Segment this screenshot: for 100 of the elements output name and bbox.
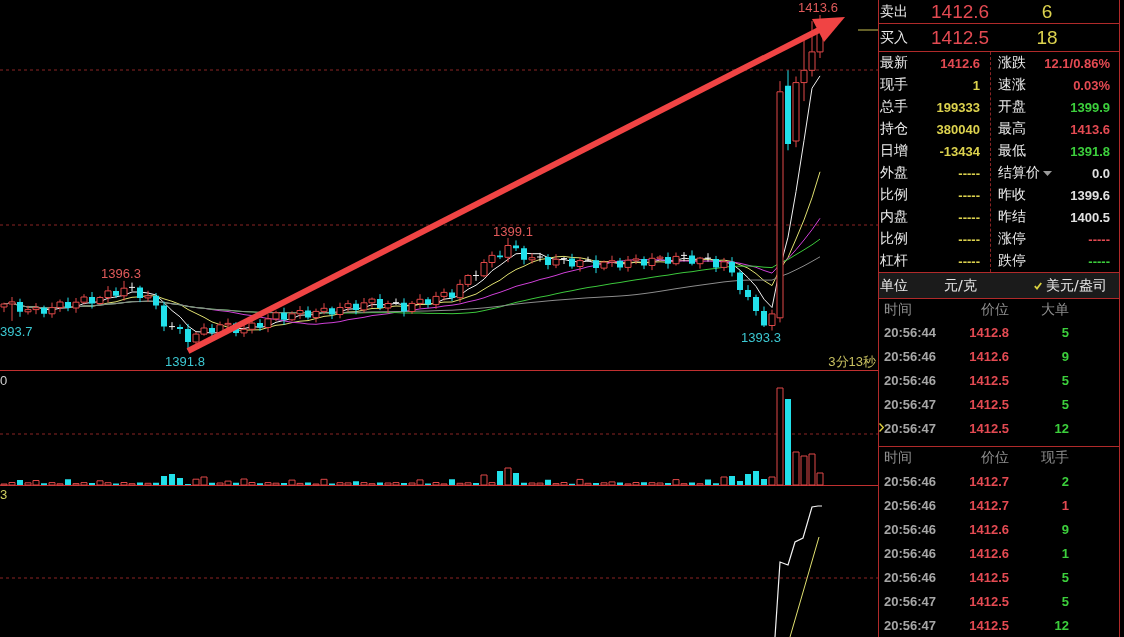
trade-price: 1412.5 — [968, 396, 1010, 412]
stat-value: -13434 — [939, 143, 980, 159]
column-header: 时间 — [884, 449, 913, 467]
trade-volume: 5 — [1060, 569, 1070, 585]
stat-label: 日增 — [880, 142, 908, 160]
stat-label: 结算价 — [998, 164, 1040, 182]
stat-value: ----- — [958, 253, 980, 269]
stat-value: 1399.9 — [1070, 99, 1110, 115]
trade-volume: 12 — [1053, 617, 1070, 633]
stat-label: 比例 — [880, 186, 908, 204]
unit-option[interactable]: 美元/盎司 — [1032, 276, 1107, 295]
stat-value: 1391.8 — [1070, 143, 1110, 159]
high-price-label: 1396.3 — [101, 266, 141, 281]
stat-label: 比例 — [880, 230, 908, 248]
trade-time: 20:56:47 — [884, 617, 938, 633]
stat-label: 开盘 — [998, 98, 1026, 116]
trade-time: 20:56:46 — [884, 497, 938, 513]
unit-option[interactable]: 元/克 — [944, 276, 977, 295]
stat-label: 速涨 — [998, 76, 1026, 94]
column-header: 价位 — [980, 300, 1010, 319]
stat-value: 380040 — [936, 121, 980, 137]
low-price-label: 393.7 — [0, 324, 33, 339]
trade-price: 1412.5 — [968, 617, 1010, 633]
stat-value: ----- — [958, 209, 980, 225]
stat-label: 最新 — [880, 54, 908, 72]
trade-price: 1412.6 — [968, 545, 1010, 561]
trade-time: 20:56:47 — [884, 396, 938, 412]
stat-label: 总手 — [880, 98, 908, 116]
stat-value: ----- — [1088, 253, 1110, 269]
trade-time: 20:56:46 — [884, 569, 938, 585]
quote-label: 买入 — [879, 28, 909, 47]
column-header: 现手 — [1040, 449, 1070, 467]
trade-volume: 2 — [1060, 473, 1070, 489]
trade-volume: 1 — [1060, 497, 1070, 513]
trade-time: 20:56:44 — [884, 324, 938, 340]
trade-volume: 5 — [1060, 396, 1070, 412]
stat-label: 内盘 — [880, 208, 908, 226]
countdown-timer: 3分13秒 — [828, 354, 876, 369]
trade-price: 1412.5 — [968, 569, 1010, 585]
stat-value: ----- — [1088, 231, 1110, 247]
stat-value: ----- — [958, 231, 980, 247]
quote-label: 卖出 — [879, 2, 909, 21]
stat-label: 持仓 — [880, 120, 908, 138]
stat-value: ----- — [958, 187, 980, 203]
ask-volume: 6 — [1040, 0, 1054, 23]
trade-time: 20:56:46 — [884, 521, 938, 537]
trade-time: 20:56:46 — [884, 473, 938, 489]
stat-value: 1399.6 — [1070, 187, 1110, 203]
stat-label: 昨结 — [998, 208, 1026, 226]
stat-value: ----- — [958, 165, 980, 181]
bid-volume: 18 — [1035, 26, 1059, 49]
ask-price: 1412.6 — [931, 0, 991, 23]
volume-axis-label: 0 — [0, 373, 8, 388]
stat-value: 199333 — [936, 99, 980, 115]
trade-time: 20:56:46 — [884, 348, 938, 364]
stat-value: 1 — [972, 77, 980, 93]
trade-price: 1412.7 — [968, 473, 1010, 489]
column-header: 价位 — [980, 449, 1010, 467]
trade-price: 1412.6 — [968, 348, 1010, 364]
stat-label: 涨停 — [998, 230, 1026, 248]
trade-time: 20:56:47 — [884, 420, 938, 436]
stat-label: 最高 — [998, 120, 1026, 138]
indicator-axis-label: 3 — [0, 487, 8, 502]
stat-value: 12.1/0.86% — [1044, 55, 1110, 71]
stat-value: 1412.6 — [940, 55, 980, 71]
stat-label: 跌停 — [998, 252, 1026, 270]
trade-volume: 5 — [1060, 593, 1070, 609]
trade-volume: 9 — [1060, 348, 1070, 364]
trade-volume: 5 — [1060, 372, 1070, 388]
trade-volume: 1 — [1060, 545, 1070, 561]
trade-volume: 12 — [1053, 420, 1070, 436]
stat-value: 0.0 — [1091, 165, 1110, 181]
trade-time: 20:56:46 — [884, 545, 938, 561]
trade-price: 1412.5 — [968, 593, 1010, 609]
current-price-line — [857, 29, 878, 31]
unit-label: 单位 — [879, 276, 909, 295]
column-header: 时间 — [884, 300, 913, 319]
stat-label: 杠杆 — [880, 252, 908, 270]
stat-label: 外盘 — [880, 164, 908, 182]
trade-price: 1412.6 — [968, 521, 1010, 537]
trade-price: 1412.8 — [968, 324, 1010, 340]
stat-label: 最低 — [998, 142, 1026, 160]
stat-label: 现手 — [880, 76, 908, 94]
trade-price: 1412.5 — [968, 420, 1010, 436]
trade-price: 1412.7 — [968, 497, 1010, 513]
trade-price: 1412.5 — [968, 372, 1010, 388]
low-price-label: 1391.8 — [165, 354, 205, 369]
column-header: 大单 — [1040, 300, 1070, 319]
trade-time: 20:56:47 — [884, 593, 938, 609]
stat-label: 昨收 — [998, 186, 1026, 204]
stat-value: 1400.5 — [1070, 209, 1110, 225]
trade-volume: 9 — [1060, 521, 1070, 537]
caret-down-icon[interactable] — [1043, 170, 1052, 176]
stat-value: 0.03% — [1073, 77, 1110, 93]
high-price-label: 1413.6 — [798, 0, 838, 15]
stat-label: 涨跌 — [998, 54, 1026, 72]
stat-value: 1413.6 — [1070, 121, 1110, 137]
bid-price: 1412.5 — [931, 26, 991, 49]
trade-volume: 5 — [1060, 324, 1070, 340]
trade-time: 20:56:46 — [884, 372, 938, 388]
